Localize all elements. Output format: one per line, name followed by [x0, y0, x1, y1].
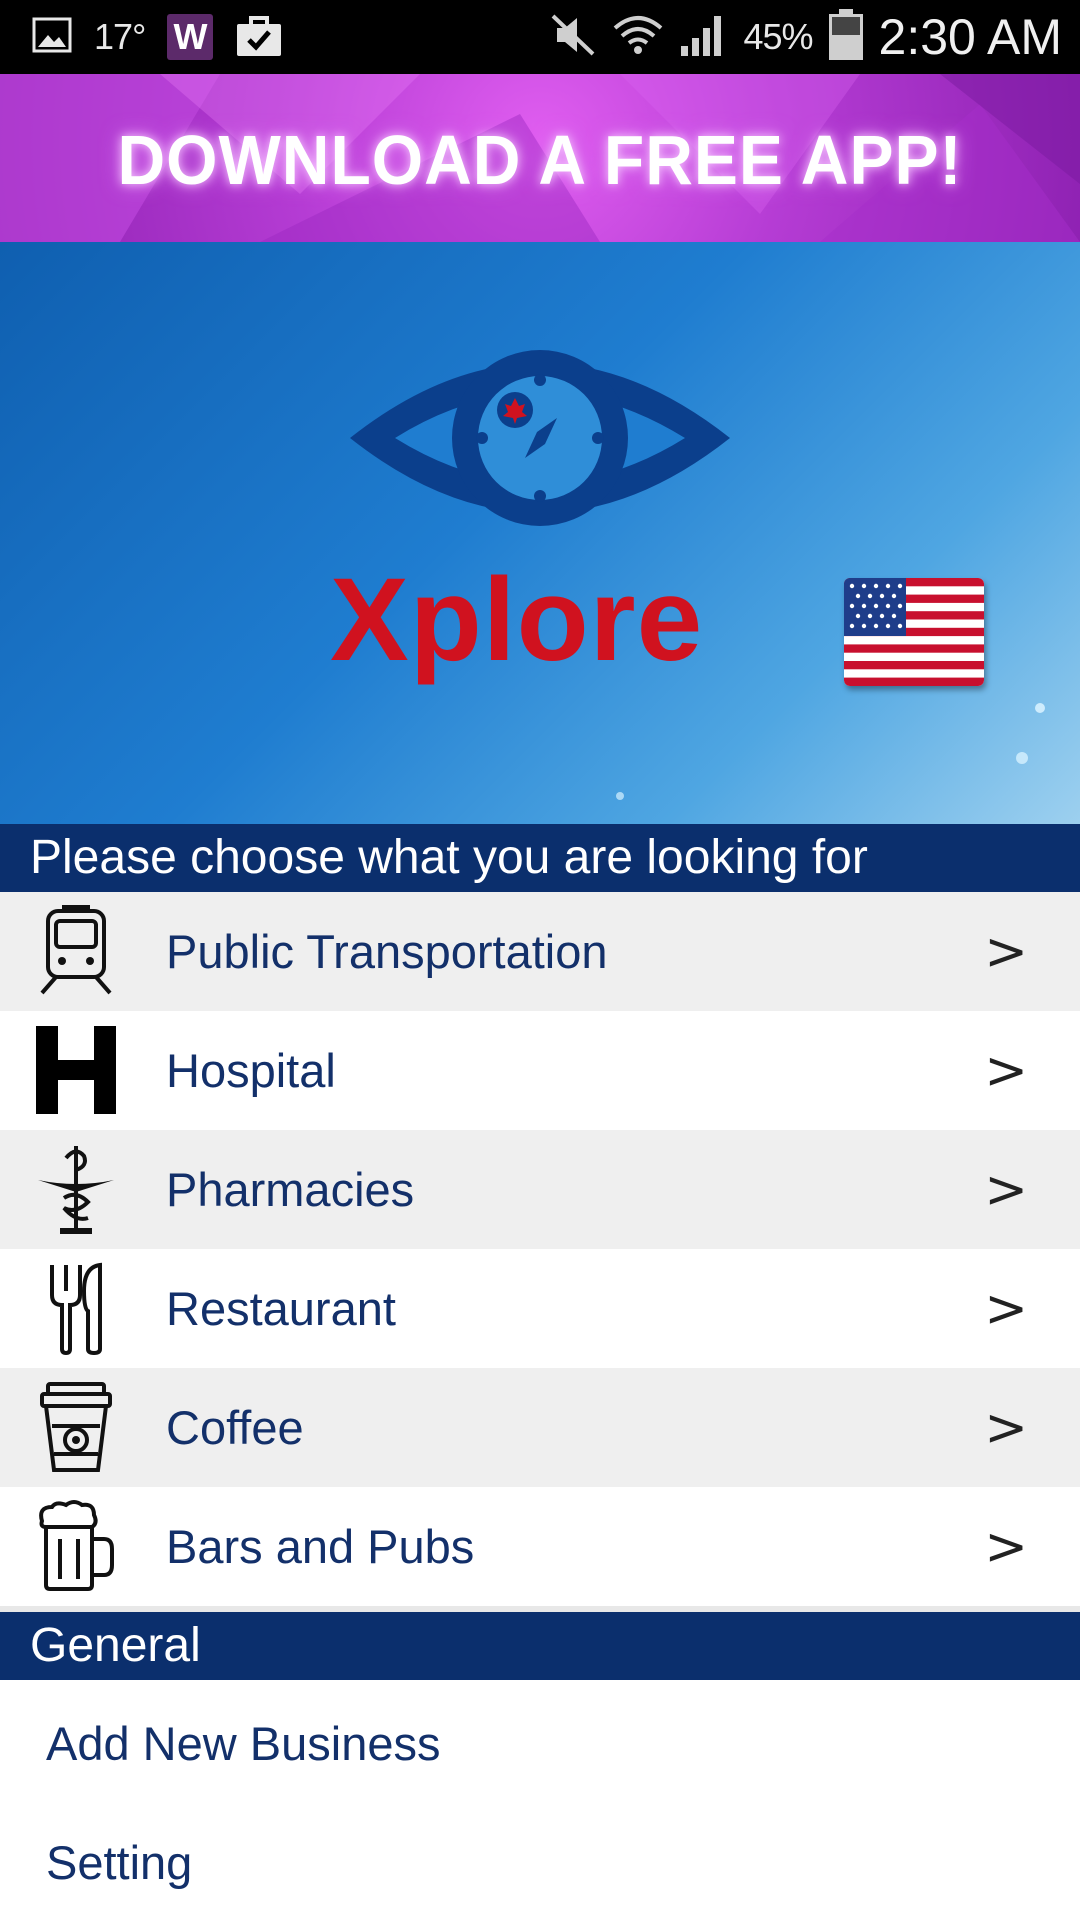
- gallery-icon: [32, 15, 72, 60]
- setting-item[interactable]: Setting: [0, 1799, 1080, 1918]
- status-bar: 17° W 45% 2:30 AM: [0, 0, 1080, 74]
- signal-icon: [679, 12, 729, 63]
- general-header: General: [0, 1612, 1080, 1680]
- chevron-right-icon: >: [984, 1278, 1028, 1339]
- ad-banner[interactable]: DOWNLOAD A FREE APP!: [0, 74, 1080, 242]
- app-title: Xplore: [330, 554, 704, 686]
- battery-percent: 45%: [743, 16, 813, 57]
- chevron-right-icon: >: [984, 1516, 1028, 1577]
- w-app-icon: W: [167, 14, 214, 60]
- category-label: Hospital: [166, 1044, 336, 1097]
- setting-label: Setting: [46, 1836, 193, 1889]
- category-row-bars-and-pubs[interactable]: Bars and Pubs >: [0, 1487, 1080, 1606]
- beer-mug-icon: [28, 1498, 124, 1594]
- mute-icon: [549, 12, 597, 63]
- category-label: Bars and Pubs: [166, 1520, 475, 1573]
- pharmacy-caduceus-icon: [28, 1141, 124, 1237]
- chevron-right-icon: >: [984, 1159, 1028, 1220]
- clock-time: 2:30 AM: [878, 9, 1062, 65]
- category-label: Coffee: [166, 1401, 304, 1454]
- chevron-right-icon: >: [984, 1397, 1028, 1458]
- category-row-pharmacies[interactable]: Pharmacies >: [0, 1130, 1080, 1249]
- us-flag-icon[interactable]: [844, 578, 984, 686]
- category-label: Pharmacies: [166, 1163, 415, 1216]
- eye-compass-icon: [350, 350, 730, 526]
- shopping-bag-icon: [235, 12, 283, 63]
- hero-banner: Xplore: [0, 242, 1080, 824]
- category-row-public-transportation[interactable]: Public Transportation >: [0, 892, 1080, 1011]
- category-label: Restaurant: [166, 1282, 396, 1335]
- temperature-text: 17°: [94, 16, 146, 57]
- add-new-business-item[interactable]: Add New Business: [0, 1680, 1080, 1799]
- add-new-business-label: Add New Business: [46, 1717, 441, 1770]
- category-label: Public Transportation: [166, 925, 608, 978]
- category-row-restaurant[interactable]: Restaurant >: [0, 1249, 1080, 1368]
- chevron-right-icon: >: [984, 921, 1028, 982]
- battery-icon: [827, 8, 865, 67]
- coffee-cup-icon: [28, 1379, 124, 1475]
- chevron-right-icon: >: [984, 1040, 1028, 1101]
- hospital-h-icon: [28, 1022, 124, 1118]
- train-icon: [28, 903, 124, 999]
- wifi-icon: [611, 10, 665, 65]
- fork-knife-icon: [28, 1260, 124, 1356]
- ad-banner-text: DOWNLOAD A FREE APP!: [117, 121, 963, 199]
- category-row-coffee[interactable]: Coffee >: [0, 1368, 1080, 1487]
- category-row-hospital[interactable]: Hospital >: [0, 1011, 1080, 1130]
- prompt-header: Please choose what you are looking for: [0, 824, 1080, 892]
